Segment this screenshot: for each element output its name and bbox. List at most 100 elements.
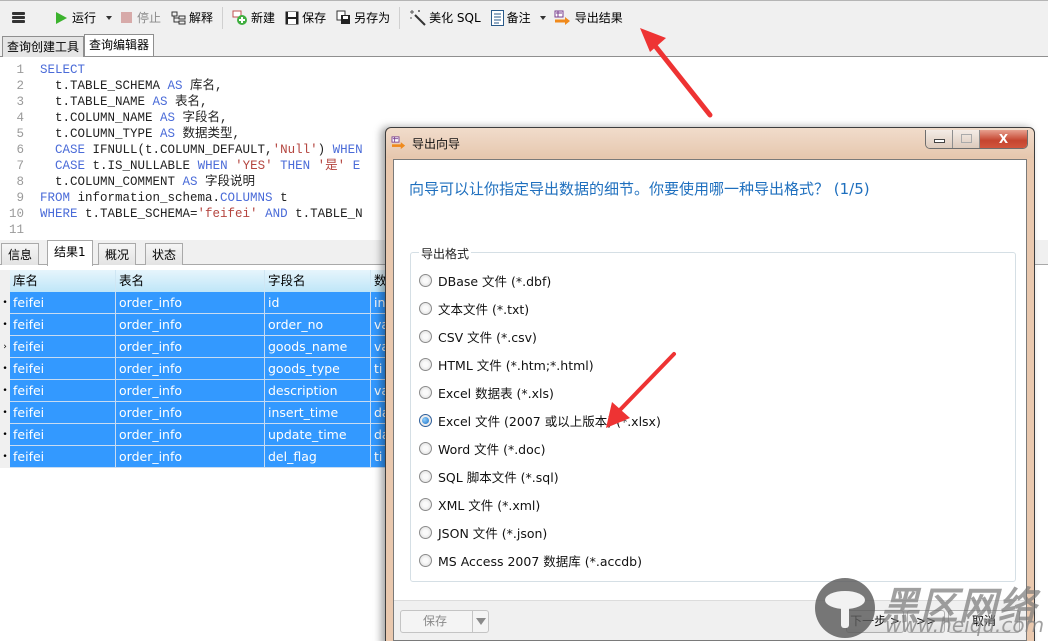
notes-button[interactable]: 备注 [488,6,534,30]
export-format-option[interactable]: SQL 脚本文件 (*.sql) [419,467,559,485]
last-step-button[interactable]: >> [907,610,945,633]
export-format-option[interactable]: Word 文件 (*.doc) [419,439,546,457]
line-number: 9 [16,191,24,205]
new-query-button[interactable]: 新建 [229,6,278,30]
row-indicator[interactable]: • [0,424,10,446]
hamburger-menu-icon[interactable] [12,12,25,23]
table-cell[interactable]: feifei [10,336,116,358]
table-cell[interactable]: feifei [10,446,116,468]
table-cell[interactable]: order_info [116,380,265,402]
result-grid[interactable]: 库名 表名 字段名数 • feifei order_info id in • feifei orde… [0,270,400,470]
table-cell[interactable]: feifei [10,358,116,380]
radio-unchecked-icon[interactable] [419,385,432,399]
export-format-option[interactable]: Excel 数据表 (*.xls) [419,383,554,401]
table-cell[interactable]: insert_time [265,402,371,424]
table-row[interactable]: • feifei order_info goods_type ti [0,358,400,380]
line-number: 8 [16,175,24,189]
column-header[interactable]: 表名 [116,270,265,292]
table-cell[interactable]: order_info [116,358,265,380]
radio-unchecked-icon[interactable] [419,329,432,343]
export-format-option[interactable]: DBase 文件 (*.dbf) [419,271,551,289]
table-cell[interactable]: update_time [265,424,371,446]
row-indicator[interactable]: • [0,292,10,314]
row-indicator[interactable]: › [0,336,10,358]
table-cell[interactable]: order_info [116,446,265,468]
next-button[interactable]: 下一步 > [846,610,904,633]
radio-unchecked-icon[interactable] [419,553,432,567]
run-button[interactable]: 运行 [53,6,99,30]
export-format-option[interactable]: MS Access 2007 数据库 (*.accdb) [419,551,642,569]
line-number: 1 [16,63,24,77]
run-dropdown-icon[interactable] [106,15,113,20]
radio-checked-icon[interactable] [419,413,432,427]
save-dropdown-icon[interactable] [472,611,488,632]
sql-keyword: AS [160,111,176,125]
table-cell[interactable]: feifei [10,402,116,424]
table-cell[interactable]: goods_name [265,336,371,358]
sql-text: information_schema. [70,191,221,205]
table-cell[interactable]: order_info [116,314,265,336]
minimize-button[interactable] [926,130,953,148]
radio-unchecked-icon[interactable] [419,469,432,483]
notes-icon [490,9,504,26]
export-format-option[interactable]: HTML 文件 (*.htm;*.html) [419,355,594,373]
close-button[interactable]: X [980,130,1027,148]
export-results-button[interactable]: 导出结果 [551,6,626,30]
tab-profile[interactable]: 概况 [98,243,137,265]
save-button[interactable]: 保存 [282,6,329,30]
maximize-button[interactable] [953,130,980,148]
table-cell[interactable]: order_no [265,314,371,336]
radio-unchecked-icon[interactable] [419,273,432,287]
explain-button[interactable]: 解释 [168,6,216,30]
tab-info[interactable]: 信息 [1,243,40,265]
table-cell[interactable]: feifei [10,292,116,314]
table-cell[interactable]: feifei [10,314,116,336]
dialog-titlebar[interactable]: 导出向导 X [386,128,1034,158]
table-row[interactable]: • feifei order_info order_no va [0,314,400,336]
save-as-button[interactable]: 另存为 [333,6,393,30]
radio-unchecked-icon[interactable] [419,301,432,315]
table-row[interactable]: • feifei order_info id in [0,292,400,314]
table-cell[interactable]: del_flag [265,446,371,468]
row-indicator[interactable]: • [0,380,10,402]
column-header[interactable]: 库名 [10,270,116,292]
table-cell[interactable]: order_info [116,292,265,314]
export-format-option[interactable]: JSON 文件 (*.json) [419,523,547,541]
save-profile-button[interactable]: 保存 [400,610,489,633]
beautify-sql-button[interactable]: 美化 SQL [406,6,484,30]
row-indicator[interactable]: • [0,314,10,336]
table-row[interactable]: › feifei order_info goods_name va [0,336,400,358]
table-cell[interactable]: id [265,292,371,314]
table-cell[interactable]: feifei [10,380,116,402]
tab-query-editor[interactable]: 查询编辑器 [84,34,155,56]
export-format-option[interactable]: XML 文件 (*.xml) [419,495,540,513]
table-row[interactable]: • feifei order_info update_time da [0,424,400,446]
notes-dropdown-icon[interactable] [539,15,546,20]
export-format-option[interactable]: 文本文件 (*.txt) [419,299,529,317]
column-header[interactable]: 字段名 [265,270,371,292]
tab-status[interactable]: 状态 [145,243,184,265]
table-cell[interactable]: order_info [116,402,265,424]
table-row[interactable]: • feifei order_info del_flag ti [0,446,400,468]
table-cell[interactable]: description [265,380,371,402]
radio-unchecked-icon[interactable] [419,441,432,455]
row-indicator[interactable]: • [0,358,10,380]
table-row[interactable]: • feifei order_info description va [0,380,400,402]
export-format-option[interactable]: Excel 文件 (2007 或以上版本) (*.xlsx) [419,411,661,429]
table-cell[interactable]: goods_type [265,358,371,380]
tab-result-1[interactable]: 结果1 [47,240,93,266]
table-cell[interactable]: order_info [116,424,265,446]
radio-unchecked-icon[interactable] [419,357,432,371]
row-indicator-header [0,270,10,292]
table-cell[interactable]: order_info [116,336,265,358]
export-format-option[interactable]: CSV 文件 (*.csv) [419,327,537,345]
radio-unchecked-icon[interactable] [419,525,432,539]
table-cell[interactable]: feifei [10,424,116,446]
table-row[interactable]: • feifei order_info insert_time da [0,402,400,424]
stop-button[interactable]: 停止 [118,6,164,30]
row-indicator[interactable]: • [0,446,10,468]
row-indicator[interactable]: • [0,402,10,424]
cancel-button[interactable]: 取消 [948,610,1020,633]
tab-query-builder[interactable]: 查询创建工具 [2,36,85,57]
radio-unchecked-icon[interactable] [419,497,432,511]
